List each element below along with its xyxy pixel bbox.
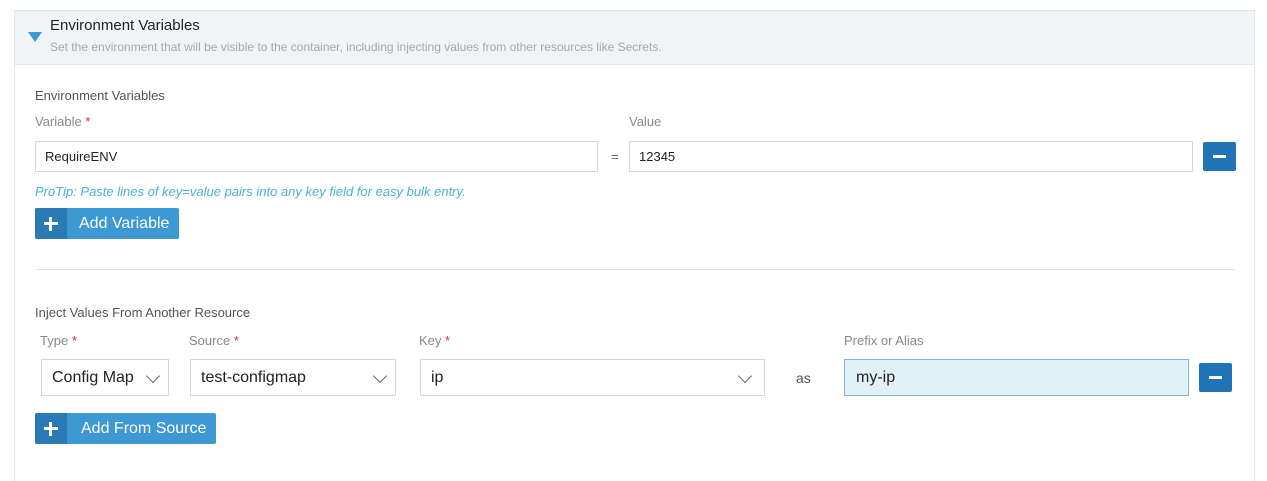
key-label: Key * <box>419 333 450 348</box>
type-label-text: Type <box>40 333 69 348</box>
add-variable-label: Add Variable <box>79 214 170 232</box>
key-label-text: Key <box>419 333 442 348</box>
plus-icon <box>35 413 67 444</box>
prefix-input[interactable]: my-ip <box>844 359 1189 396</box>
chevron-down-icon <box>145 368 161 384</box>
required-marker: * <box>71 333 77 348</box>
caret-down-icon[interactable] <box>28 32 42 42</box>
protip-text: ProTip: Paste lines of key=value pairs i… <box>35 184 466 199</box>
prefix-label: Prefix or Alias <box>844 333 924 348</box>
key-select[interactable]: ip <box>420 359 765 396</box>
minus-icon <box>1209 376 1222 379</box>
source-label-text: Source <box>189 333 231 348</box>
variable-input[interactable]: RequireENV <box>35 141 598 172</box>
remove-variable-button[interactable] <box>1203 142 1236 171</box>
variable-label-text: Variable <box>35 114 82 129</box>
panel-header[interactable]: Environment Variables Set the environmen… <box>15 11 1254 65</box>
value-label: Value <box>629 114 662 129</box>
panel-description: Set the environment that will be visible… <box>50 40 662 54</box>
chevron-down-icon <box>372 368 388 384</box>
required-marker: * <box>85 114 91 129</box>
add-variable-button[interactable]: Add Variable <box>35 208 180 239</box>
source-select-value: test-configmap <box>201 369 306 386</box>
value-input[interactable]: 12345 <box>629 141 1193 172</box>
variable-label: Variable * <box>35 114 90 129</box>
minus-icon <box>1213 155 1226 158</box>
environment-variables-panel: Environment Variables Set the environmen… <box>14 10 1255 481</box>
remove-source-button[interactable] <box>1199 363 1232 392</box>
source-select[interactable]: test-configmap <box>190 359 396 396</box>
type-label: Type * <box>40 333 77 348</box>
required-marker: * <box>445 333 451 348</box>
type-select-value: Config Map <box>52 369 134 386</box>
inject-section-label: Inject Values From Another Resource <box>35 305 251 320</box>
equals-sign: = <box>611 149 619 164</box>
chevron-down-icon <box>737 368 753 384</box>
add-from-source-button[interactable]: Add From Source <box>35 413 217 444</box>
required-marker: * <box>233 333 239 348</box>
panel-title: Environment Variables <box>50 17 200 34</box>
plus-icon <box>35 208 67 239</box>
section-divider <box>35 269 1235 270</box>
env-section-label: Environment Variables <box>35 88 165 103</box>
key-select-value: ip <box>431 369 444 386</box>
type-select[interactable]: Config Map <box>41 359 169 396</box>
add-from-source-label: Add From Source <box>81 419 207 437</box>
as-text: as <box>796 370 811 386</box>
source-label: Source * <box>189 333 239 348</box>
